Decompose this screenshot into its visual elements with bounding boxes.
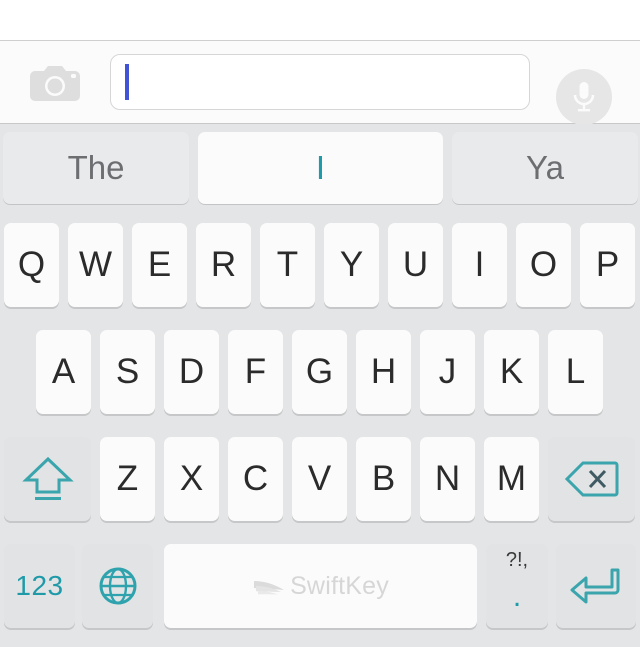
key-o[interactable]: O (516, 223, 571, 307)
key-label: I (474, 245, 485, 284)
key-p[interactable]: P (580, 223, 635, 307)
key-g[interactable]: G (292, 330, 347, 414)
camera-icon (25, 61, 85, 105)
key-row-1: Q W E R T Y U I O P (0, 223, 640, 311)
key-s[interactable]: S (100, 330, 155, 414)
key-label: P (595, 245, 620, 284)
key-label: Z (116, 459, 139, 498)
enter-key[interactable] (556, 544, 636, 628)
globe-icon (97, 565, 139, 607)
suggestion-item-2[interactable]: I (198, 132, 443, 204)
microphone-icon (569, 79, 599, 115)
key-h[interactable]: H (356, 330, 411, 414)
key-v[interactable]: V (292, 437, 347, 521)
text-caret (125, 64, 129, 100)
shift-key[interactable] (4, 437, 91, 521)
key-label: J (438, 352, 457, 391)
punctuation-key[interactable]: ?!, . (486, 544, 548, 628)
key-l[interactable]: L (548, 330, 603, 414)
key-label: X (179, 459, 204, 498)
input-bar (0, 41, 640, 125)
swiftkey-brand: SwiftKey (252, 572, 389, 601)
key-x[interactable]: X (164, 437, 219, 521)
backspace-key[interactable] (548, 437, 635, 521)
key-label: R (210, 245, 237, 284)
text-input-field[interactable] (110, 54, 530, 110)
key-a[interactable]: A (36, 330, 91, 414)
swiftkey-wordmark: SwiftKey (290, 571, 389, 600)
keyboard: The I Ya Q W E R T Y U I O P A S D F G H… (0, 124, 640, 647)
key-row-3: Z X C V B N M (0, 437, 640, 525)
key-label: U (402, 245, 429, 284)
key-label: S (115, 352, 140, 391)
key-label: V (307, 459, 332, 498)
key-t[interactable]: T (260, 223, 315, 307)
key-row-2: A S D F G H J K L (0, 330, 640, 418)
key-label: D (178, 352, 205, 391)
swiftkey-keyboard-screen: The I Ya Q W E R T Y U I O P A S D F G H… (0, 0, 640, 647)
key-d[interactable]: D (164, 330, 219, 414)
key-label: O (529, 245, 558, 284)
key-row-4: 123 SwiftKey ?!, . (0, 544, 640, 641)
key-e[interactable]: E (132, 223, 187, 307)
suggestion-label: The (67, 149, 125, 186)
key-w[interactable]: W (68, 223, 123, 307)
key-label: Y (339, 245, 364, 284)
punctuation-secondary-label: ?!, (505, 549, 529, 571)
key-label: G (305, 352, 334, 391)
numbers-key[interactable]: 123 (4, 544, 75, 628)
camera-button[interactable] (22, 59, 88, 107)
punctuation-primary-label: . (512, 580, 522, 613)
shift-arrow-icon (20, 453, 76, 505)
key-q[interactable]: Q (4, 223, 59, 307)
key-label: N (434, 459, 461, 498)
key-label: T (276, 245, 299, 284)
key-label: A (51, 352, 76, 391)
key-label: H (370, 352, 397, 391)
suggestion-item-1[interactable]: The (3, 132, 189, 204)
key-j[interactable]: J (420, 330, 475, 414)
swiftkey-swoosh-icon (252, 573, 286, 599)
key-b[interactable]: B (356, 437, 411, 521)
numbers-label: 123 (15, 570, 64, 601)
suggestion-item-3[interactable]: Ya (452, 132, 638, 204)
microphone-button[interactable] (556, 69, 612, 125)
top-blank-area (0, 0, 640, 40)
key-label: F (244, 352, 267, 391)
key-r[interactable]: R (196, 223, 251, 307)
enter-return-icon (568, 564, 624, 608)
key-label: B (371, 459, 396, 498)
key-c[interactable]: C (228, 437, 283, 521)
key-label: K (499, 352, 524, 391)
key-label: M (496, 459, 527, 498)
key-f[interactable]: F (228, 330, 283, 414)
key-label: W (78, 245, 113, 284)
key-u[interactable]: U (388, 223, 443, 307)
key-i[interactable]: I (452, 223, 507, 307)
key-label: E (147, 245, 172, 284)
globe-key[interactable] (82, 544, 153, 628)
key-z[interactable]: Z (100, 437, 155, 521)
suggestion-bar: The I Ya (0, 124, 640, 215)
backspace-icon (563, 458, 621, 500)
suggestion-label: I (315, 149, 326, 186)
space-key[interactable]: SwiftKey (164, 544, 477, 628)
key-label: C (242, 459, 269, 498)
key-n[interactable]: N (420, 437, 475, 521)
key-label: Q (17, 245, 46, 284)
key-m[interactable]: M (484, 437, 539, 521)
key-label: L (565, 352, 586, 391)
key-y[interactable]: Y (324, 223, 379, 307)
suggestion-label: Ya (526, 149, 564, 186)
key-k[interactable]: K (484, 330, 539, 414)
